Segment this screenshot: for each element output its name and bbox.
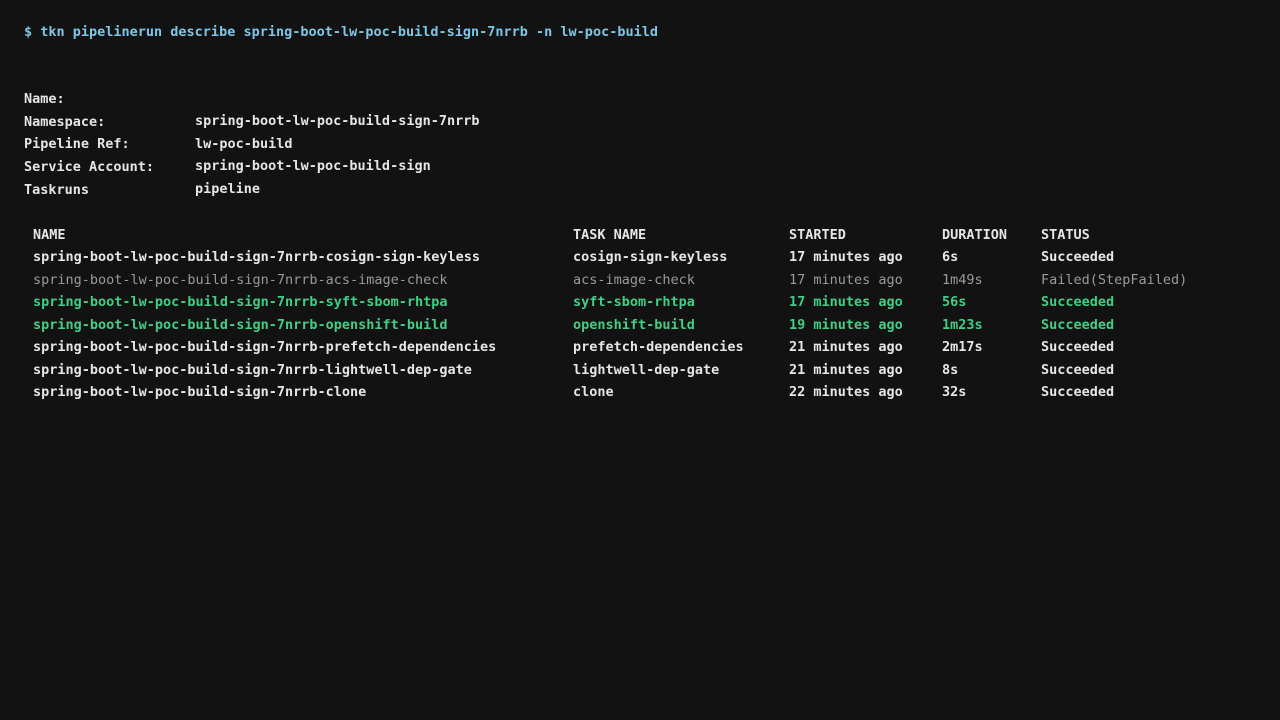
taskrun-name: spring-boot-lw-poc-build-sign-7nrrb-cosi… bbox=[33, 249, 481, 265]
section-title-taskruns: Taskruns bbox=[24, 182, 90, 198]
taskrun-name: spring-boot-lw-poc-build-sign-7nrrb-clon… bbox=[33, 384, 367, 400]
field-row-name: Name: spring-boot-lw-poc-build-sign-7nrr… bbox=[0, 66, 1280, 129]
terminal-window[interactable]: $ tkn pipelinerun describe spring-boot-l… bbox=[0, 0, 1280, 720]
status: Succeeded bbox=[1041, 317, 1115, 333]
status: Failed(StepFailed) bbox=[1041, 272, 1188, 288]
field-row-namespace: Namespace: lw-poc-build bbox=[0, 89, 1280, 152]
field-value: pipeline bbox=[195, 181, 261, 197]
task-name: lightwell-dep-gate bbox=[573, 362, 720, 378]
column-header-name: NAME bbox=[33, 227, 66, 243]
taskrun-name: spring-boot-lw-poc-build-sign-7nrrb-pref… bbox=[33, 339, 497, 355]
table-row: spring-boot-lw-poc-build-sign-7nrrb-cosi… bbox=[0, 246, 1280, 268]
task-name: syft-sbom-rhtpa bbox=[573, 294, 695, 310]
taskrun-name: spring-boot-lw-poc-build-sign-7nrrb-acs-… bbox=[33, 272, 448, 288]
duration: 2m17s bbox=[942, 339, 983, 355]
duration: 32s bbox=[942, 384, 967, 400]
column-header-duration: DURATION bbox=[942, 227, 1008, 243]
column-header-status: STATUS bbox=[1041, 227, 1090, 243]
task-name: openshift-build bbox=[573, 317, 695, 333]
task-name: prefetch-dependencies bbox=[573, 339, 744, 355]
started-time: 21 minutes ago bbox=[789, 362, 903, 378]
started-time: 17 minutes ago bbox=[789, 294, 903, 310]
command-line: $ tkn pipelinerun describe spring-boot-l… bbox=[24, 24, 658, 40]
task-name: cosign-sign-keyless bbox=[573, 249, 728, 265]
table-row: spring-boot-lw-poc-build-sign-7nrrb-pref… bbox=[0, 336, 1280, 358]
started-time: 19 minutes ago bbox=[789, 317, 903, 333]
task-name: acs-image-check bbox=[573, 272, 695, 288]
field-row-service-account: Service Account: pipeline bbox=[0, 134, 1280, 197]
duration: 6s bbox=[942, 249, 959, 265]
started-time: 22 minutes ago bbox=[789, 384, 903, 400]
table-header-row: NAME TASK NAME STARTED DURATION STATUS bbox=[0, 224, 1280, 246]
status: Succeeded bbox=[1041, 249, 1115, 265]
duration: 1m49s bbox=[942, 272, 983, 288]
task-name: clone bbox=[573, 384, 614, 400]
started-time: 17 minutes ago bbox=[789, 249, 903, 265]
field-value: spring-boot-lw-poc-build-sign bbox=[195, 158, 431, 174]
column-header-started: STARTED bbox=[789, 227, 846, 243]
started-time: 21 minutes ago bbox=[789, 339, 903, 355]
field-key: Service Account: bbox=[24, 159, 155, 175]
status: Succeeded bbox=[1041, 384, 1115, 400]
duration: 8s bbox=[942, 362, 959, 378]
status: Succeeded bbox=[1041, 294, 1115, 310]
status: Succeeded bbox=[1041, 339, 1115, 355]
table-row: spring-boot-lw-poc-build-sign-7nrrb-clon… bbox=[0, 381, 1280, 403]
table-row: spring-boot-lw-poc-build-sign-7nrrb-acs-… bbox=[0, 269, 1280, 291]
started-time: 17 minutes ago bbox=[789, 272, 903, 288]
duration: 56s bbox=[942, 294, 967, 310]
status: Succeeded bbox=[1041, 362, 1115, 378]
taskrun-name: spring-boot-lw-poc-build-sign-7nrrb-ligh… bbox=[33, 362, 472, 378]
duration: 1m23s bbox=[942, 317, 983, 333]
table-row: spring-boot-lw-poc-build-sign-7nrrb-syft… bbox=[0, 291, 1280, 313]
column-header-task-name: TASK NAME bbox=[573, 227, 647, 243]
taskrun-name: spring-boot-lw-poc-build-sign-7nrrb-open… bbox=[33, 317, 448, 333]
table-row: spring-boot-lw-poc-build-sign-7nrrb-open… bbox=[0, 314, 1280, 336]
table-row: spring-boot-lw-poc-build-sign-7nrrb-ligh… bbox=[0, 359, 1280, 381]
taskrun-name: spring-boot-lw-poc-build-sign-7nrrb-syft… bbox=[33, 294, 448, 310]
field-row-pipeline-ref: Pipeline Ref: spring-boot-lw-poc-build-s… bbox=[0, 111, 1280, 174]
